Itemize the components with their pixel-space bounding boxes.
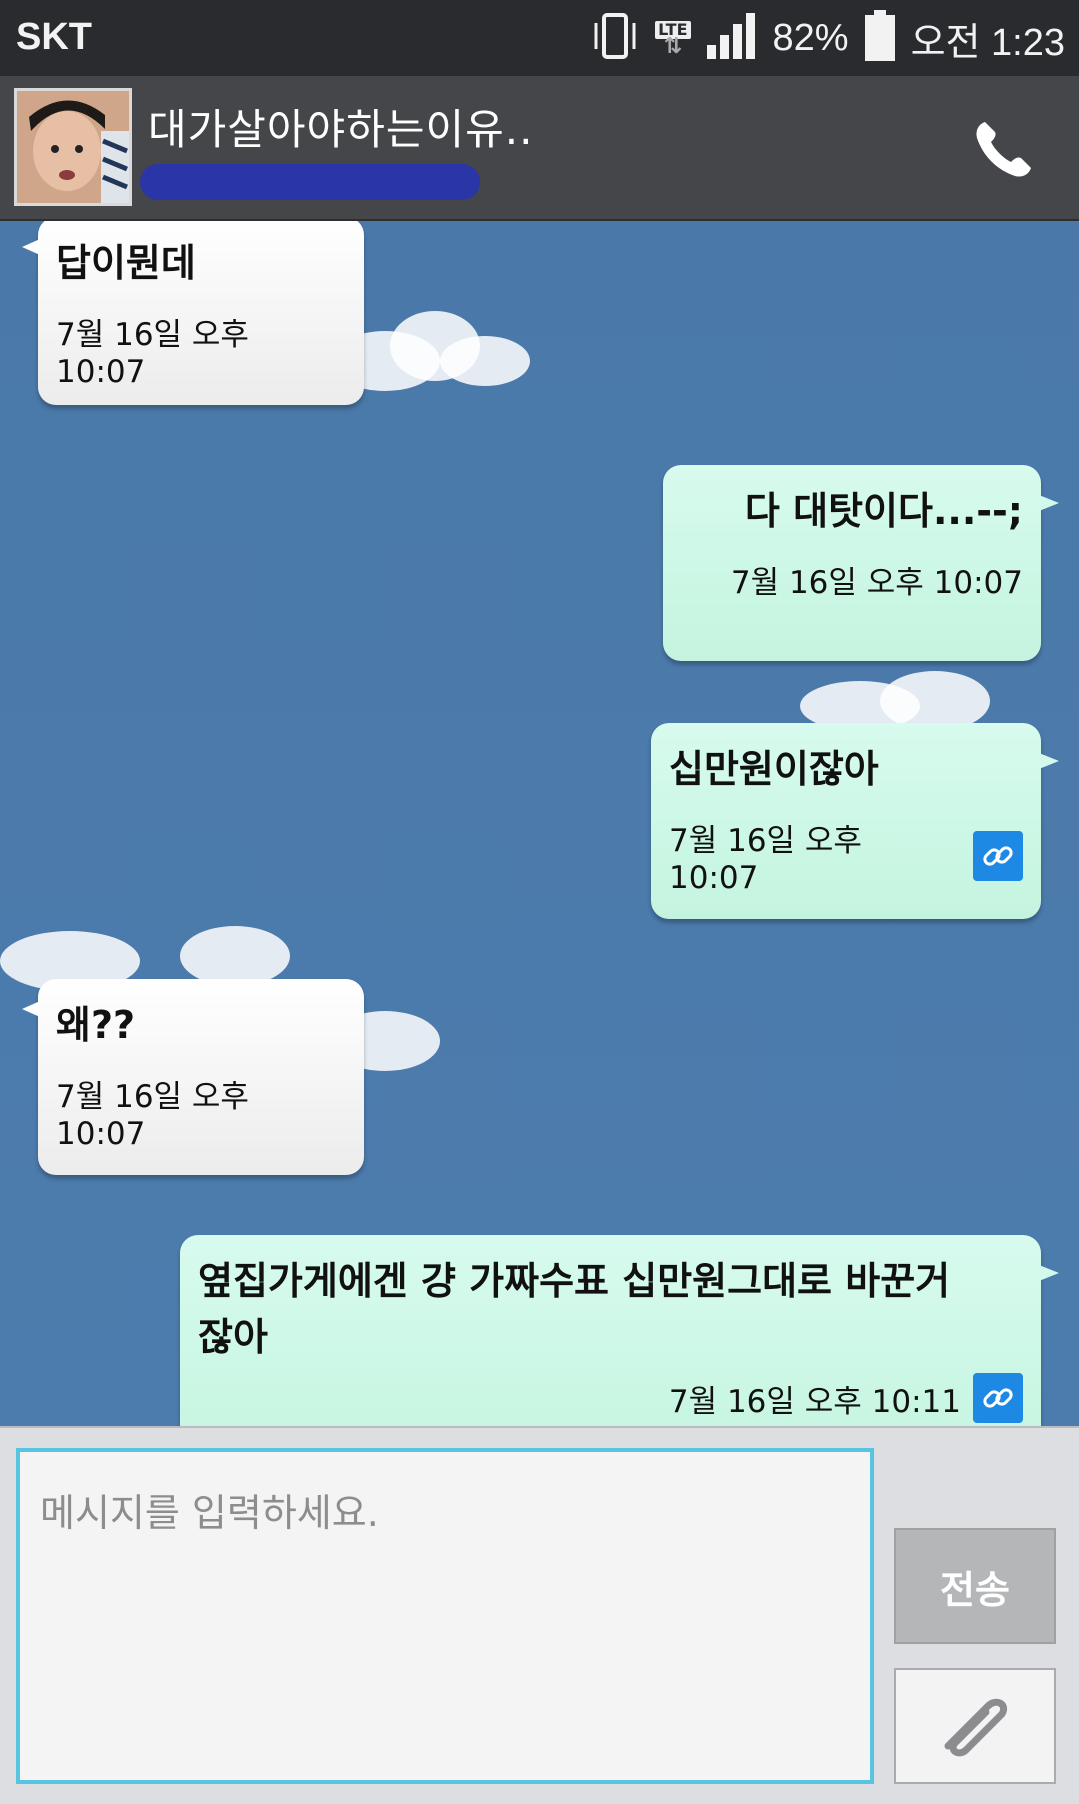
message-time: 7월 16일 오후 10:07 [669,815,1023,896]
message-text: 답이뭔데 [56,241,196,285]
signal-icon [705,11,759,65]
redaction-scribble [140,164,480,200]
avatar[interactable] [14,88,132,206]
link-icon[interactable] [973,830,1023,881]
message-input[interactable]: 메시지를 입력하세요. [16,1448,874,1784]
status-icons: LTE ⇅ 82% 오전 1:23 [591,10,1065,66]
message-composer: 메시지를 입력하세요. 전송 [0,1426,1079,1804]
message-bubble-outgoing[interactable]: 십만원이잖아 7월 16일 오후 10:07 [651,723,1059,919]
send-button[interactable]: 전송 [894,1528,1056,1644]
message-time: 7월 16일 오후 10:07 [56,317,249,390]
battery-icon [863,9,897,67]
message-bubble-incoming[interactable]: 답이뭔데 7월 16일 오후 10:07 [22,221,364,405]
clock: 오전 1:23 [910,21,1065,64]
message-input-placeholder: 메시지를 입력하세요. [40,1491,379,1535]
attach-button[interactable] [894,1668,1056,1784]
status-bar: SKT LTE ⇅ 82% 오전 1:23 [0,0,1079,76]
chat-area[interactable]: 답이뭔데 7월 16일 오후 10:07 다 대탓이다...--; 7월 16일… [0,221,1079,1426]
link-icon[interactable] [973,1373,1023,1423]
message-bubble-incoming[interactable]: 왜?? 7월 16일 오후 10:07 [22,979,364,1175]
message-text: 왜?? [56,1003,136,1047]
message-text: 옆집가게에겐 걍 가짜수표 십만원그대로 바꾼거잖아 [198,1259,951,1359]
carrier-label: SKT [16,16,92,58]
message-bubble-outgoing[interactable]: 다 대탓이다...--; 7월 16일 오후 10:07 [663,465,1059,661]
chat-header: 대가살아야하는이유.. [0,76,1079,221]
paperclip-icon [930,1684,1020,1768]
lte-data-icon: LTE ⇅ [655,21,691,58]
message-time: 7월 16일 오후 10:07 [56,1079,249,1152]
phone-icon[interactable] [969,114,1039,184]
chat-title: 대가살아야하는이유.. [148,105,534,154]
message-text: 다 대탓이다...--; [744,489,1023,533]
message-bubble-outgoing[interactable]: 옆집가게에겐 걍 가짜수표 십만원그대로 바꾼거잖아 7월 16일 오후 10:… [180,1235,1059,1426]
message-time: 7월 16일 오후 10:11 [198,1373,1023,1423]
message-time: 7월 16일 오후 10:07 [730,565,1023,601]
battery-percent: 82% [772,16,849,59]
message-text: 십만원이잖아 [669,747,879,791]
vibrate-icon [591,11,641,65]
